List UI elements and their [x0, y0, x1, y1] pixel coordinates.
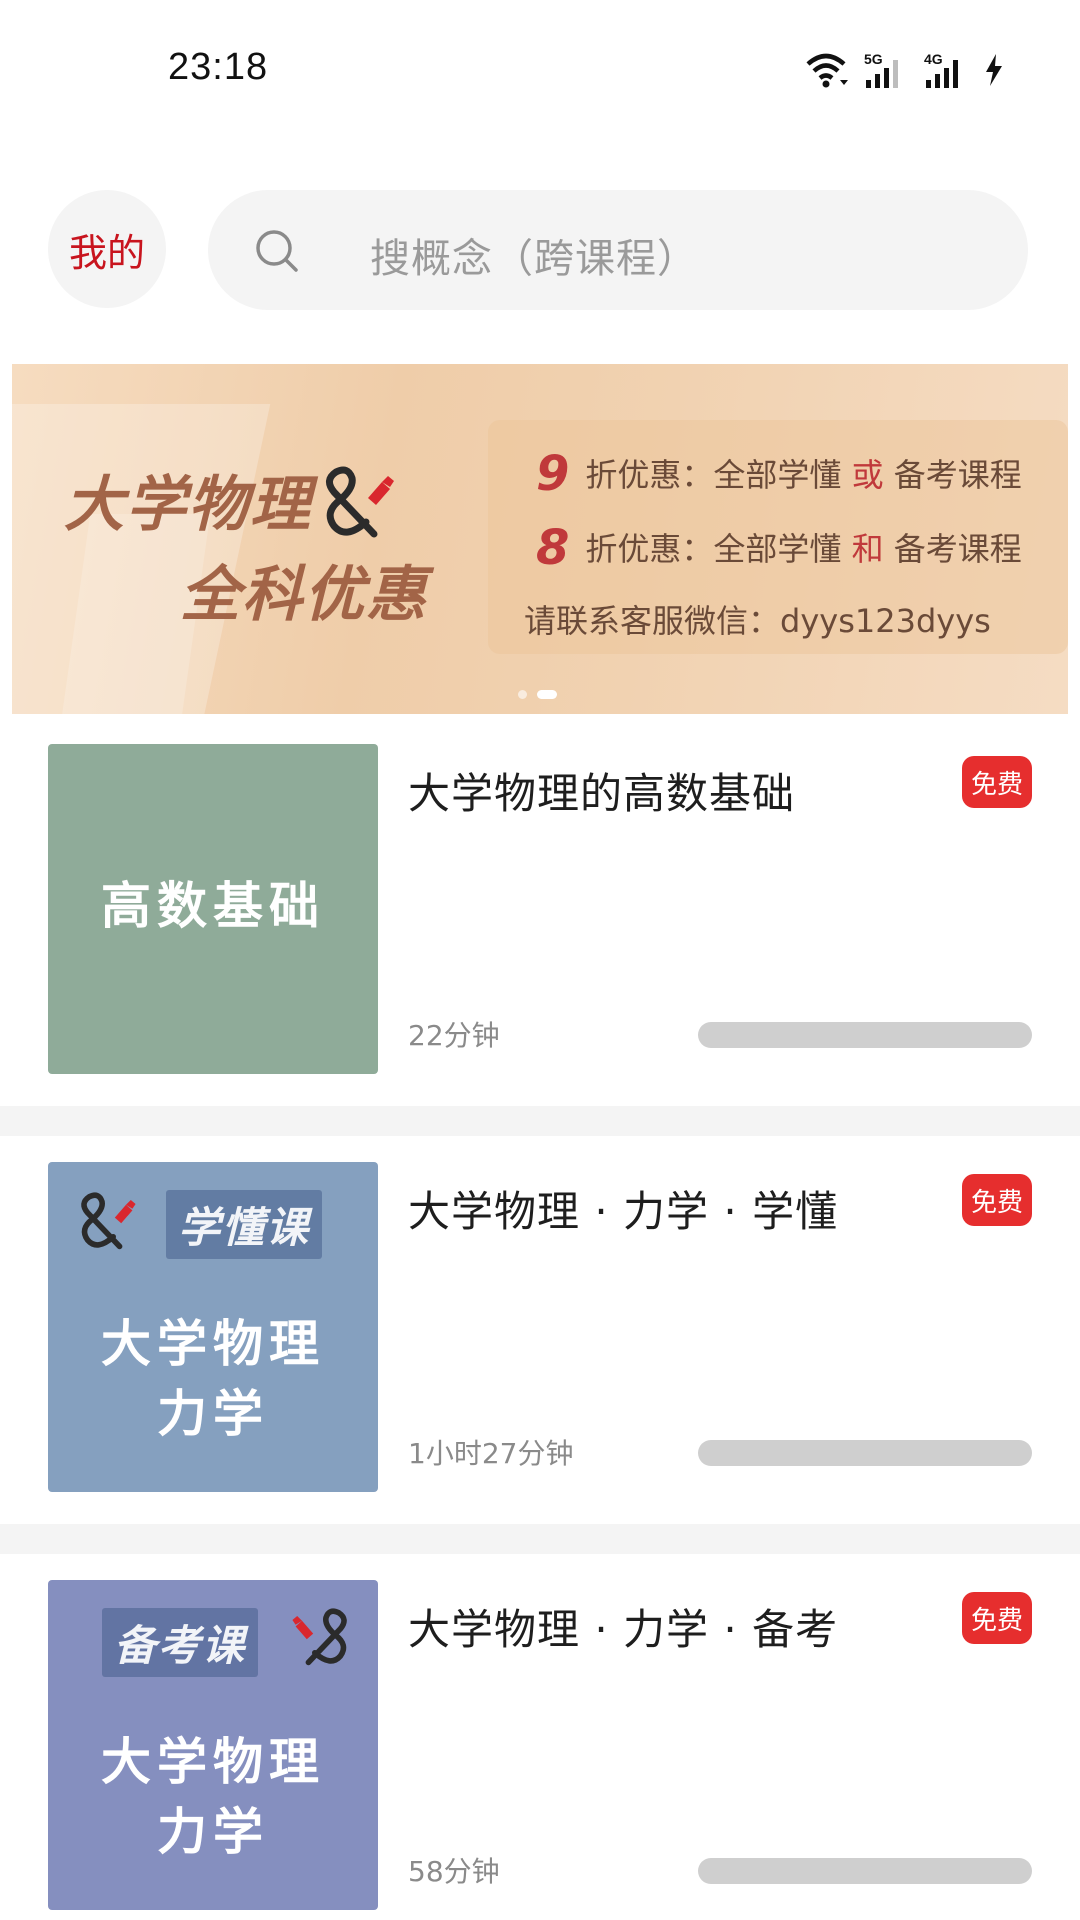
- wifi-icon: [804, 50, 848, 90]
- ampersand-logo-icon: [70, 1180, 142, 1264]
- thumbnail-subtitle: 力学: [157, 1385, 269, 1443]
- promo-banner[interactable]: 大学物理 全科优惠 9 折优惠：全部学懂 或 备考课程 8 折优惠：全部学懂 和 备…: [12, 364, 1068, 714]
- course-card[interactable]: 高数基础 大学物理的高数基础 免费 22分钟: [0, 718, 1080, 1106]
- free-badge: 免费: [962, 1592, 1032, 1644]
- thumbnail-title: 大学物理: [101, 1733, 325, 1791]
- banner-title-line2: 全科优惠: [180, 560, 428, 630]
- thumbnail-subtitle: 力学: [157, 1803, 269, 1861]
- promo-text: 备考课程: [883, 456, 1022, 494]
- search-placeholder: 搜概念（跨课程）: [370, 236, 698, 282]
- course-card[interactable]: 备考课 大学物理 力学 大学物理 · 力学 · 备考 免费 58分钟: [0, 1554, 1080, 1920]
- ampersand-logo-icon: [312, 456, 402, 550]
- search-input[interactable]: 搜概念（跨课程）: [208, 190, 1028, 310]
- promo-discount-9: 9: [536, 446, 570, 502]
- course-thumbnail: 高数基础: [48, 744, 378, 1074]
- my-button-label: 我的: [68, 230, 145, 275]
- my-button[interactable]: 我的: [48, 190, 166, 308]
- list-divider: [0, 1106, 1080, 1136]
- course-duration: 22分钟: [408, 1019, 500, 1052]
- signal-4g-icon: 4G: [924, 50, 968, 90]
- progress-bar: [698, 1022, 1032, 1048]
- promo-highlight: 和: [851, 530, 884, 568]
- status-icons: 5G 4G: [804, 46, 1004, 90]
- progress-bar: [698, 1858, 1032, 1884]
- promo-contact: 请联系客服微信：dyys123dyys: [524, 602, 991, 640]
- status-bar: 23:18 5G 4G: [0, 0, 1080, 140]
- status-time: 23:18: [168, 46, 269, 88]
- header: 我的 搜概念（跨课程）: [0, 188, 1080, 312]
- course-thumbnail: 学懂课 大学物理 力学: [48, 1162, 378, 1492]
- course-title: 大学物理 · 力学 · 学懂: [408, 1187, 839, 1236]
- course-thumbnail: 备考课 大学物理 力学: [48, 1580, 378, 1910]
- promo-text: 备考课程: [883, 530, 1022, 568]
- thumbnail-title: 高数基础: [101, 877, 325, 935]
- promo-text: 折优惠：全部学懂: [585, 530, 852, 568]
- promo-discount-8: 8: [536, 520, 570, 576]
- course-title: 大学物理 · 力学 · 备考: [408, 1605, 839, 1654]
- thumbnail-title: 大学物理: [101, 1315, 325, 1373]
- free-badge: 免费: [962, 756, 1032, 808]
- free-badge: 免费: [962, 1174, 1032, 1226]
- course-duration: 58分钟: [408, 1855, 500, 1888]
- svg-text:4G: 4G: [924, 51, 943, 67]
- course-card[interactable]: 学懂课 大学物理 力学 大学物理 · 力学 · 学懂 免费 1小时27分钟: [0, 1136, 1080, 1524]
- promo-panel: 9 折优惠：全部学懂 或 备考课程 8 折优惠：全部学懂 和 备考课程 请联系客服微…: [488, 420, 1068, 654]
- carousel-dots[interactable]: [518, 690, 557, 699]
- promo-line-1: 9 折优惠：全部学懂 或 备考课程: [536, 446, 1022, 502]
- carousel-dot-active[interactable]: [537, 690, 557, 699]
- course-type-tag: 备考课: [102, 1608, 259, 1677]
- banner-title-line1: 大学物理: [64, 470, 312, 540]
- promo-text: 折优惠：全部学懂: [585, 456, 852, 494]
- course-type-tag: 学懂课: [166, 1190, 323, 1259]
- promo-line-2: 8 折优惠：全部学懂 和 备考课程: [536, 520, 1022, 576]
- promo-highlight: 或: [851, 456, 884, 494]
- svg-text:5G: 5G: [864, 51, 883, 67]
- signal-5g-icon: 5G: [864, 50, 908, 90]
- carousel-dot[interactable]: [518, 690, 527, 699]
- list-divider: [0, 1524, 1080, 1554]
- search-icon: [254, 228, 300, 278]
- charging-icon: [984, 50, 1004, 90]
- progress-bar: [698, 1440, 1032, 1466]
- ampersand-logo-icon: [286, 1596, 358, 1680]
- course-title: 大学物理的高数基础: [408, 769, 796, 818]
- course-duration: 1小时27分钟: [408, 1437, 574, 1470]
